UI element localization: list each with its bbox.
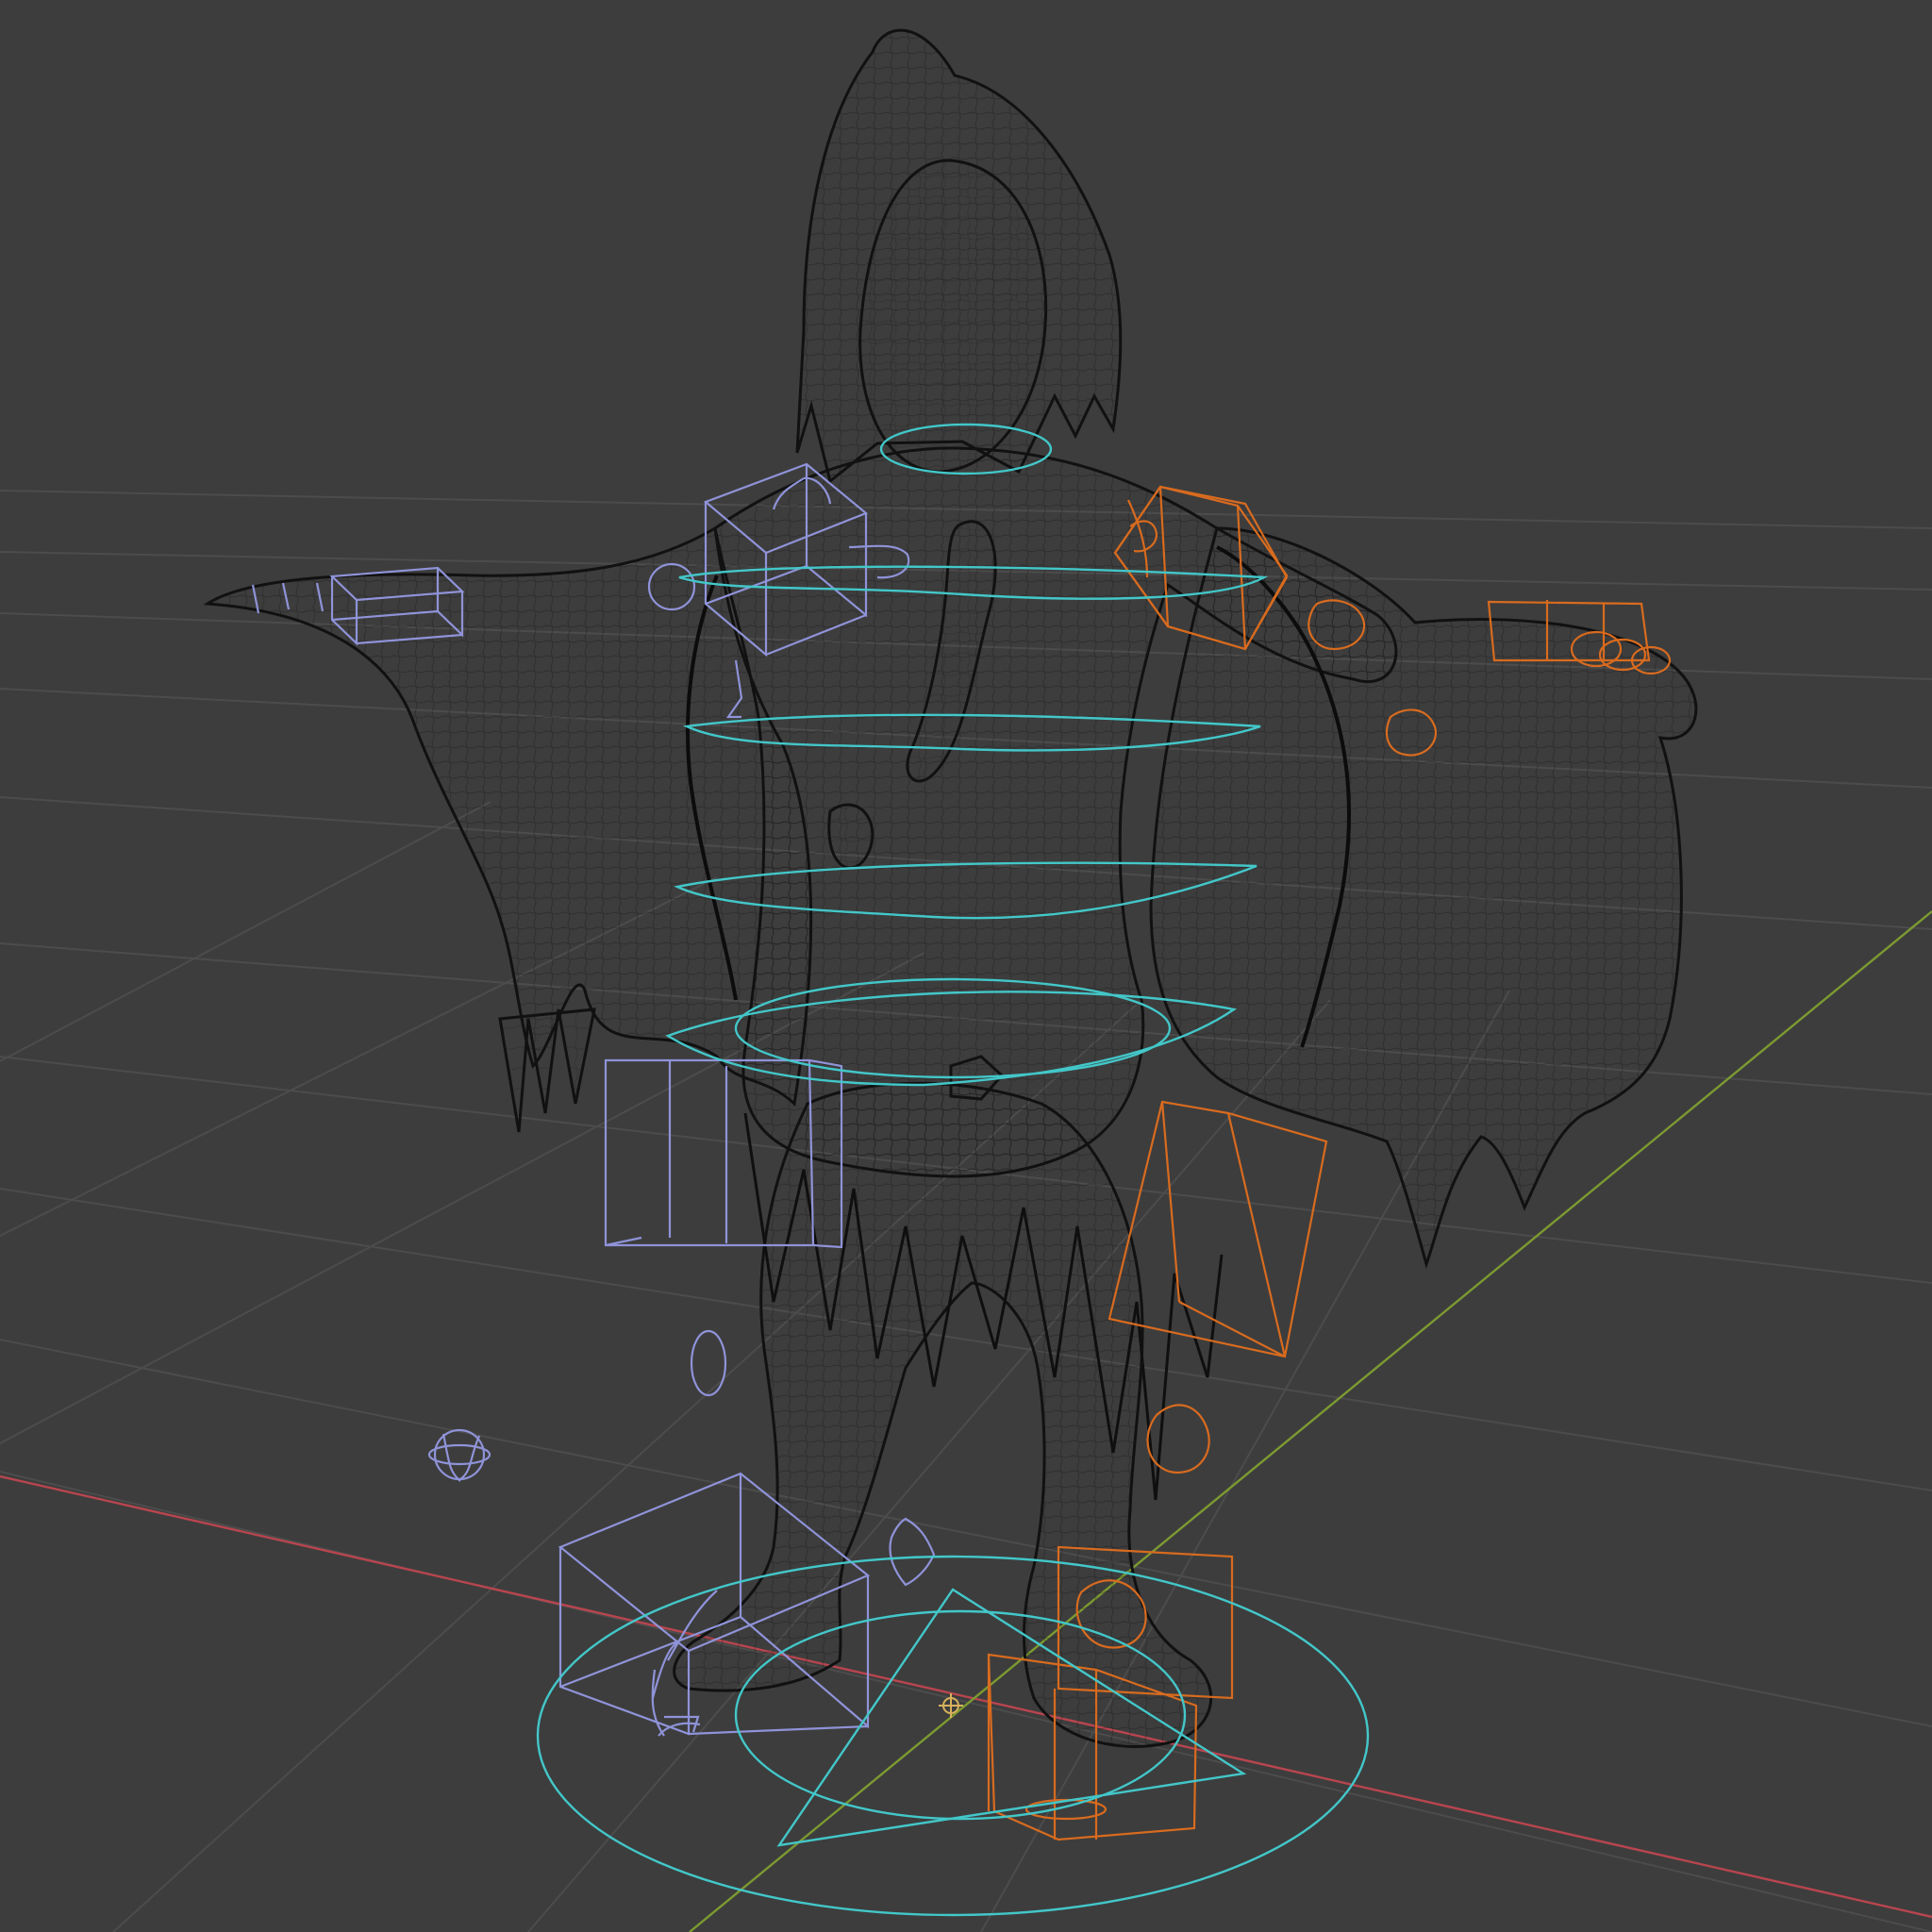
3d-viewport[interactable] bbox=[0, 0, 1932, 1932]
viewport-canvas[interactable] bbox=[0, 0, 1932, 1932]
x-axis-line bbox=[0, 1474, 1932, 1919]
character-wireframe-mesh[interactable] bbox=[203, 28, 1698, 1748]
right-knee-circle-control[interactable] bbox=[1146, 1404, 1210, 1474]
left-finger-control[interactable] bbox=[889, 1517, 936, 1587]
left-pole-target-sphere[interactable] bbox=[433, 1428, 486, 1481]
left-knee-circle-control[interactable] bbox=[690, 1329, 727, 1397]
